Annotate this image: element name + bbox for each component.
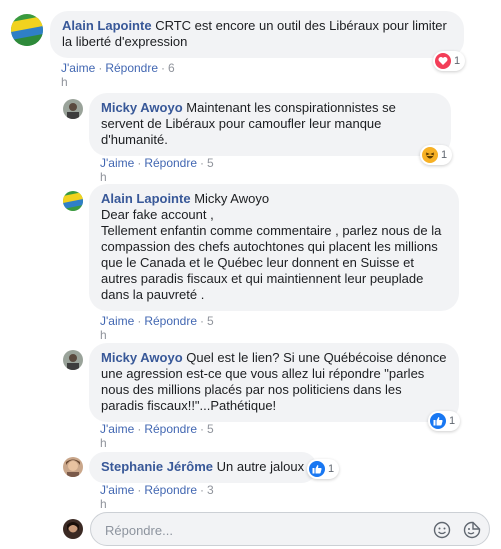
comment-actions: J'aime · Répondre · 5 h (100, 156, 214, 184)
reply-link[interactable]: Répondre (144, 483, 197, 497)
author-name[interactable]: Micky Awoyo (101, 350, 183, 365)
avatar[interactable] (63, 191, 83, 211)
reply-link[interactable]: Répondre (105, 61, 158, 75)
avatar-image (63, 191, 83, 211)
comment-bubble: Micky Awoyo Quel est le lien? Si une Qué… (89, 343, 459, 422)
like-icon (430, 413, 446, 429)
comment-actions: J'aime · Répondre · 5 h (100, 422, 214, 450)
reply-link[interactable]: Répondre (144, 314, 197, 328)
avatar[interactable] (63, 350, 83, 370)
comment-bubble: Micky Awoyo Maintenant les conspirationn… (89, 93, 451, 156)
like-link[interactable]: J'aime (61, 61, 95, 75)
reaction-badge[interactable]: 1 (420, 145, 453, 165)
author-name[interactable]: Alain Lapointe (62, 18, 152, 33)
sticker-icon[interactable] (463, 521, 481, 539)
avatar-image (11, 14, 43, 46)
reply-input[interactable] (103, 520, 427, 540)
author-name[interactable]: Alain Lapointe (101, 191, 191, 206)
comment-bubble: Alain Lapointe Micky Awoyo Dear fake acc… (89, 184, 459, 311)
like-link[interactable]: J'aime (100, 156, 134, 170)
reaction-badge[interactable]: 1 (433, 51, 466, 71)
reply-link[interactable]: Répondre (144, 422, 197, 436)
avatar-image (63, 99, 83, 119)
reaction-badge[interactable]: 1 (307, 459, 340, 479)
like-link[interactable]: J'aime (100, 314, 134, 328)
reply-composer[interactable] (90, 512, 490, 546)
emoji-icon[interactable] (433, 521, 451, 539)
current-user-avatar[interactable] (63, 519, 83, 539)
comment-text: Un autre jaloux (216, 459, 305, 474)
like-link[interactable]: J'aime (100, 422, 134, 436)
avatar-image (63, 350, 83, 370)
avatar[interactable] (63, 99, 83, 119)
comment-bubble: Alain Lapointe CRTC est encore un outil … (50, 11, 464, 58)
comment-actions: J'aime · Répondre · 5 h (100, 314, 214, 342)
avatar[interactable] (11, 14, 43, 46)
comment-actions: J'aime · Répondre · 3 h (100, 483, 214, 511)
reaction-count: 1 (449, 415, 456, 427)
like-link[interactable]: J'aime (100, 483, 134, 497)
reply-link[interactable]: Répondre (144, 156, 197, 170)
comment-text: Micky Awoyo Dear fake account , Tellemen… (101, 191, 442, 302)
comment-bubble: Stephanie Jérôme Un autre jaloux (89, 452, 317, 483)
reaction-count: 1 (441, 149, 448, 161)
avatar-image (63, 457, 83, 477)
laugh-icon (422, 147, 438, 163)
reaction-count: 1 (328, 463, 335, 475)
avatar-image (63, 519, 83, 539)
reaction-count: 1 (454, 55, 461, 67)
author-name[interactable]: Stephanie Jérôme (101, 459, 213, 474)
author-name[interactable]: Micky Awoyo (101, 100, 183, 115)
comment-actions: J'aime · Répondre · 6 h (61, 61, 175, 89)
reaction-badge[interactable]: 1 (428, 411, 461, 431)
like-icon (309, 461, 325, 477)
avatar[interactable] (63, 457, 83, 477)
heart-icon (435, 53, 451, 69)
